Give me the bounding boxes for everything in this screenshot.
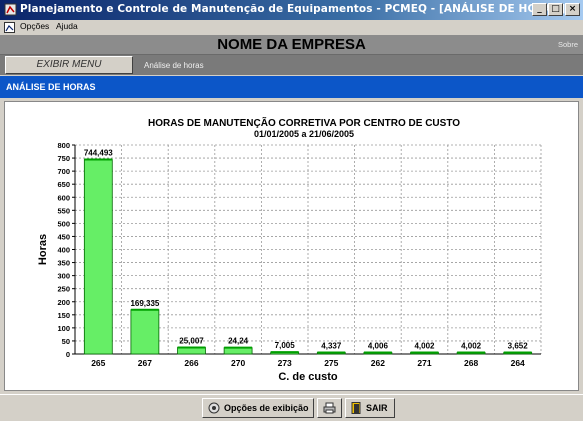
y-tick-label: 150 — [57, 311, 70, 320]
data-label: 744,493 — [84, 149, 113, 158]
print-button[interactable] — [317, 398, 342, 418]
app-icon — [4, 3, 17, 16]
door-exit-icon — [351, 402, 361, 414]
x-tick-label: 275 — [324, 358, 338, 368]
printer-icon — [323, 402, 336, 414]
x-tick-label: 267 — [138, 358, 152, 368]
bottom-toolbar: Opções de exibição SAIR — [0, 394, 583, 421]
display-options-icon — [208, 402, 220, 414]
menu-opcoes[interactable]: Opções — [20, 21, 49, 31]
maximize-button[interactable]: □ — [548, 3, 563, 16]
y-tick-label: 350 — [57, 259, 70, 268]
y-tick-label: 450 — [57, 232, 70, 241]
y-tick-label: 700 — [57, 167, 70, 176]
document-icon[interactable] — [4, 22, 15, 33]
breadcrumb: Análise de horas — [144, 61, 204, 70]
menu-ajuda[interactable]: Ajuda — [56, 21, 78, 31]
minimize-button[interactable]: _ — [532, 3, 547, 16]
y-tick-label: 300 — [57, 272, 70, 281]
chart-subtitle: 01/01/2005 a 21/06/2005 — [254, 129, 354, 139]
window-title: Planejamento e Controle de Manutenção de… — [20, 3, 566, 15]
y-axis-label: Horas — [37, 234, 49, 265]
data-label: 24,24 — [228, 337, 249, 346]
bar — [83, 159, 113, 355]
x-tick-label: 264 — [511, 358, 525, 368]
toolbar-strip: EXIBIR MENU Análise de horas — [0, 55, 583, 75]
exit-button[interactable]: SAIR — [345, 398, 395, 418]
window-title-bar[interactable]: Planejamento e Controle de Manutenção de… — [0, 0, 583, 20]
data-label: 169,335 — [130, 299, 159, 308]
y-tick-label: 400 — [57, 246, 70, 255]
x-axis-label: C. de custo — [278, 371, 338, 383]
about-link[interactable]: Sobre — [558, 35, 578, 55]
y-tick-label: 650 — [57, 180, 70, 189]
y-tick-label: 50 — [62, 337, 70, 346]
company-header: NOME DA EMPRESA Sobre — [0, 35, 583, 55]
close-button[interactable]: × — [565, 3, 580, 16]
data-label: 4,006 — [368, 342, 389, 351]
data-label: 3,652 — [508, 342, 529, 351]
data-label: 4,337 — [321, 342, 342, 351]
exibir-menu-button[interactable]: EXIBIR MENU — [5, 56, 133, 74]
chart-title: HORAS DE MANUTENÇÃO CORRETIVA POR CENTRO… — [148, 116, 460, 129]
company-name: NOME DA EMPRESA — [217, 36, 366, 53]
y-tick-label: 200 — [57, 298, 70, 307]
y-tick-label: 100 — [57, 324, 70, 333]
x-tick-label: 265 — [91, 358, 105, 368]
x-tick-label: 266 — [184, 358, 198, 368]
data-label: 7,005 — [275, 341, 296, 350]
display-options-button[interactable]: Opções de exibição — [202, 398, 314, 418]
bar-chart: HORAS DE MANUTENÇÃO CORRETIVA POR CENTRO… — [37, 116, 542, 383]
x-tick-label: 262 — [371, 358, 385, 368]
y-tick-label: 750 — [57, 154, 70, 163]
y-tick-label: 600 — [57, 193, 70, 202]
y-tick-label: 550 — [57, 206, 70, 215]
exit-label: SAIR — [366, 403, 388, 413]
data-label: 4,002 — [461, 342, 482, 351]
chart-panel: HORAS DE MANUTENÇÃO CORRETIVA POR CENTRO… — [0, 98, 583, 394]
y-tick-label: 500 — [57, 219, 70, 228]
bar — [130, 309, 160, 355]
data-label: 25,007 — [179, 336, 204, 345]
x-tick-label: 268 — [464, 358, 478, 368]
y-tick-label: 0 — [66, 350, 70, 359]
display-options-label: Opções de exibição — [224, 403, 309, 413]
y-tick-label: 250 — [57, 285, 70, 294]
x-tick-label: 270 — [231, 358, 245, 368]
data-label: 4,002 — [414, 342, 435, 351]
chart-container: HORAS DE MANUTENÇÃO CORRETIVA POR CENTRO… — [4, 101, 579, 391]
section-title: ANÁLISE DE HORAS — [0, 76, 583, 98]
y-tick-label: 800 — [57, 141, 70, 150]
x-tick-label: 271 — [417, 358, 431, 368]
menu-bar: Opções Ajuda — [0, 20, 583, 35]
x-tick-label: 273 — [278, 358, 292, 368]
